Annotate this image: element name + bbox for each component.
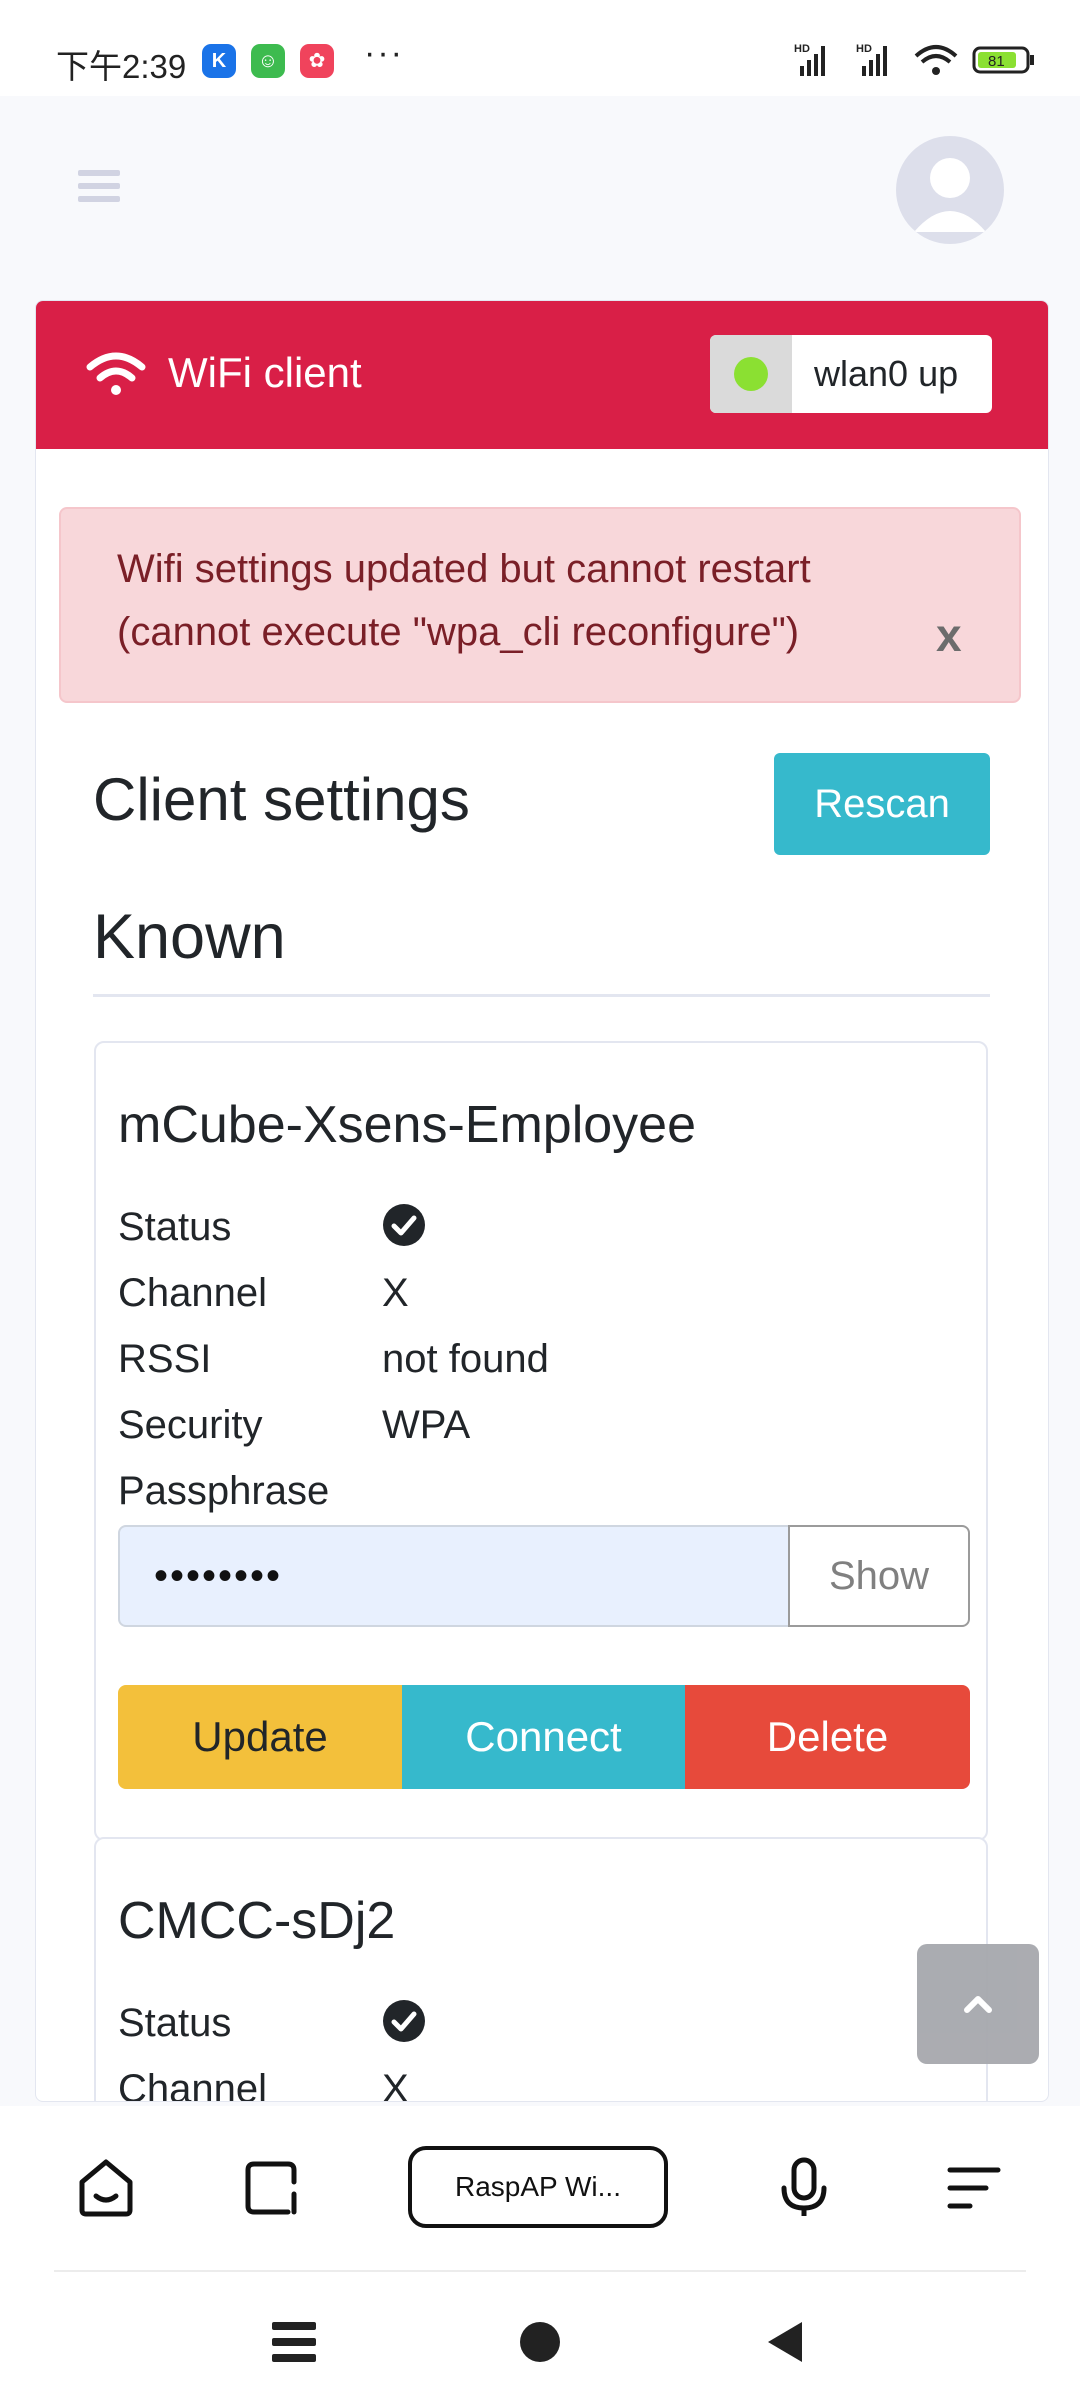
pink-app-icon: ✿ bbox=[300, 44, 334, 78]
known-heading: Known bbox=[93, 902, 286, 972]
green-app-icon: ☺ bbox=[251, 44, 285, 78]
chevron-up-icon bbox=[964, 1996, 992, 2013]
error-alert: Wifi settings updated but cannot restart… bbox=[59, 507, 1021, 703]
channel-value: X bbox=[382, 1271, 409, 1315]
connected-check-icon bbox=[383, 2000, 425, 2042]
microphone-icon[interactable] bbox=[772, 2156, 836, 2220]
rssi-value: not found bbox=[382, 1337, 549, 1381]
interface-status-text: wlan0 up bbox=[814, 353, 959, 394]
connected-check-icon bbox=[383, 1204, 425, 1246]
menu-icon[interactable] bbox=[942, 2156, 1006, 2220]
connect-button[interactable]: Connect bbox=[402, 1685, 685, 1789]
network-ssid: CMCC-sDj2 bbox=[118, 1892, 396, 1950]
security-label: Security bbox=[118, 1403, 263, 1447]
wifi-client-card: WiFi client wlan0 up Wifi settings updat… bbox=[35, 300, 1049, 2102]
alert-message-line2: (cannot execute "wpa_cli reconfigure") bbox=[117, 610, 800, 654]
system-indicators-icon: HD HD 81 bbox=[794, 43, 1034, 76]
user-avatar[interactable] bbox=[896, 136, 1004, 244]
status-label: Status bbox=[118, 1205, 232, 1249]
status-label: Status bbox=[118, 2001, 232, 2045]
status-bar: 下午2:39 K ☺ ✿ ··· HD HD 81 bbox=[0, 0, 1080, 96]
sidebar-toggle-icon[interactable] bbox=[78, 170, 120, 206]
network-actions: Update Connect Delete bbox=[118, 1685, 970, 1789]
show-passphrase-button[interactable]: Show bbox=[788, 1525, 970, 1627]
recent-apps-icon[interactable] bbox=[270, 2320, 318, 2364]
back-icon[interactable] bbox=[764, 2320, 804, 2364]
network-card: mCube-Xsens-Employee Status Channel X RS… bbox=[94, 1041, 988, 1841]
home-icon[interactable] bbox=[74, 2156, 138, 2220]
status-led-icon bbox=[734, 357, 768, 391]
more-notifications: ··· bbox=[364, 34, 404, 72]
channel-label: Channel bbox=[118, 2067, 268, 2102]
card-title: WiFi client bbox=[168, 349, 362, 396]
battery-level: 81 bbox=[988, 53, 1005, 70]
rescan-button[interactable]: Rescan bbox=[774, 753, 990, 855]
interface-status-badge: wlan0 up bbox=[710, 335, 992, 413]
passphrase-label: Passphrase bbox=[118, 1469, 330, 1513]
section-title: Client settings bbox=[93, 766, 470, 833]
update-button[interactable]: Update bbox=[118, 1685, 402, 1789]
user-icon bbox=[914, 158, 986, 232]
card-header: WiFi client wlan0 up bbox=[36, 301, 1048, 449]
alert-message-line1: Wifi settings updated but cannot restart bbox=[117, 547, 811, 591]
wifi-icon bbox=[86, 352, 146, 395]
channel-value: X bbox=[382, 2067, 409, 2102]
network-ssid: mCube-Xsens-Employee bbox=[118, 1096, 697, 1154]
clock: 下午2:39 bbox=[56, 48, 187, 85]
alert-close-button[interactable]: x bbox=[936, 603, 962, 668]
rssi-label: RSSI bbox=[118, 1337, 212, 1381]
channel-label: Channel bbox=[118, 1271, 268, 1315]
network-card: CMCC-sDj2 Status Channel X bbox=[94, 1837, 988, 2102]
k-app-icon: K bbox=[202, 44, 236, 78]
passphrase-input[interactable]: •••••••• bbox=[118, 1525, 790, 1627]
security-value: WPA bbox=[382, 1403, 471, 1447]
divider bbox=[93, 994, 990, 997]
home-nav-icon[interactable] bbox=[518, 2320, 562, 2364]
system-navigation-bar bbox=[0, 2272, 1080, 2400]
scroll-to-top-button[interactable] bbox=[917, 1944, 1039, 2064]
delete-button[interactable]: Delete bbox=[685, 1685, 970, 1789]
svg-text:HD: HD bbox=[794, 43, 810, 55]
passphrase-group: •••••••• Show bbox=[118, 1525, 970, 1627]
svg-text:HD: HD bbox=[856, 43, 872, 55]
browser-toolbar: RaspAP Wi... bbox=[0, 2106, 1080, 2272]
current-tab-button[interactable]: RaspAP Wi... bbox=[408, 2146, 668, 2228]
tabs-icon[interactable] bbox=[242, 2156, 306, 2220]
